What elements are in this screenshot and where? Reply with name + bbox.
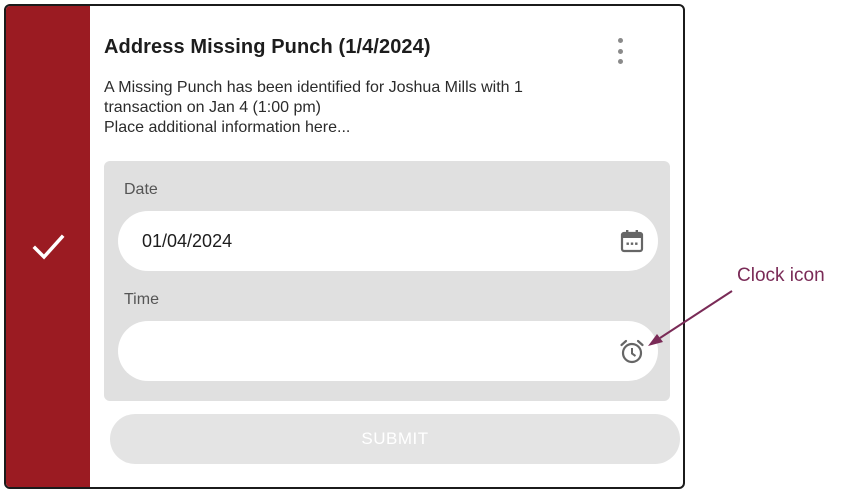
description-line: A Missing Punch has been identified for … [104, 79, 523, 96]
card-content: Address Missing Punch (1/4/2024) A Missi… [90, 6, 683, 487]
clock-icon[interactable] [618, 337, 646, 365]
description-line: Place additional information here... [104, 119, 351, 136]
form-panel: Date 01/04/2024 Time [104, 161, 670, 401]
date-field[interactable]: 01/04/2024 [118, 211, 658, 271]
description-line: transaction on Jan 4 (1:00 pm) [104, 99, 322, 116]
calendar-icon[interactable] [618, 227, 646, 255]
submit-button[interactable]: SUBMIT [110, 414, 680, 464]
kebab-menu-icon[interactable] [610, 38, 630, 64]
date-value: 01/04/2024 [142, 231, 233, 251]
time-label: Time [124, 291, 159, 308]
date-label: Date [124, 181, 158, 198]
screenshot-stage: Address Missing Punch (1/4/2024) A Missi… [0, 0, 863, 495]
card-title: Address Missing Punch (1/4/2024) [104, 36, 431, 58]
annotation-label: Clock icon [737, 265, 825, 286]
card-description: A Missing Punch has been identified for … [104, 78, 644, 138]
missing-punch-card: Address Missing Punch (1/4/2024) A Missi… [4, 4, 685, 489]
card-status-bar[interactable] [6, 6, 90, 487]
time-field[interactable] [118, 321, 658, 381]
checkmark-icon [28, 227, 68, 267]
